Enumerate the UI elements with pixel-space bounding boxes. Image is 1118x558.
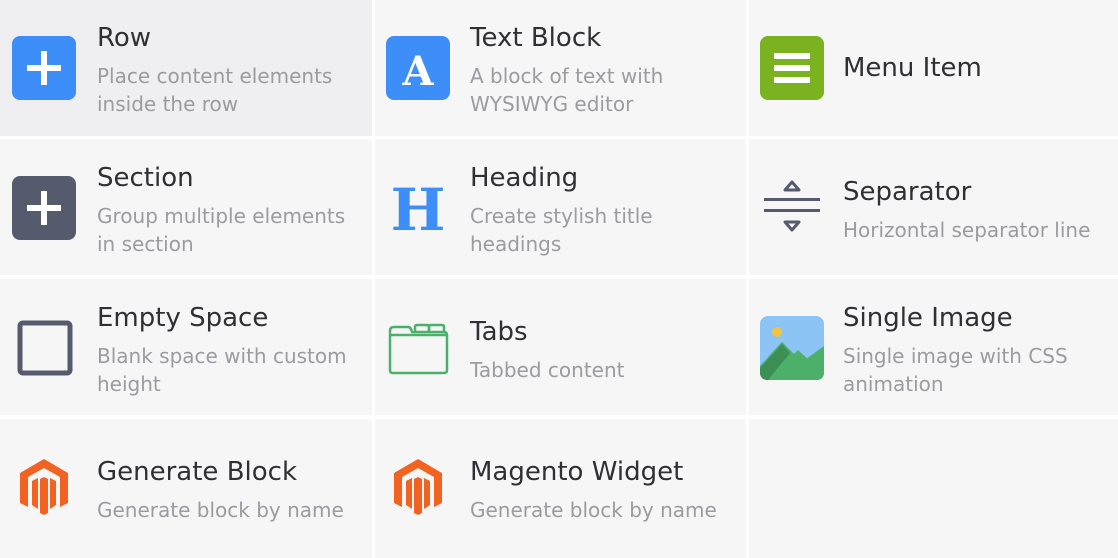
element-magento-widget[interactable]: Magento Widget Generate block by name <box>375 419 746 558</box>
letter-h-icon: H <box>386 176 450 240</box>
element-title: Text Block <box>470 23 602 53</box>
image-icon <box>760 316 824 380</box>
element-generate-block[interactable]: Generate Block Generate block by name <box>0 419 372 558</box>
element-description: Group multiple elements <box>97 204 346 228</box>
magento-icon <box>386 455 450 519</box>
svg-text:H: H <box>391 176 446 240</box>
element-description: Generate block by name <box>470 498 717 522</box>
element-separator[interactable]: Separator Horizontal separator line <box>749 139 1118 275</box>
element-single-image[interactable]: Single Image Single image with CSS anima… <box>749 279 1118 415</box>
element-description: A block of text with <box>470 64 664 88</box>
element-description: Blank space with custom <box>97 344 347 368</box>
element-description: inside the row <box>97 92 239 116</box>
empty-cell <box>749 419 1118 558</box>
element-title: Generate Block <box>97 457 298 487</box>
element-title: Heading <box>470 163 579 193</box>
element-description: in section <box>97 232 194 256</box>
magento-icon <box>12 455 76 519</box>
element-title: Separator <box>843 177 972 207</box>
element-title: Single Image <box>843 303 1013 333</box>
empty-square-icon <box>12 315 76 379</box>
element-description: height <box>97 372 161 396</box>
plus-square-icon <box>12 36 76 100</box>
element-empty-space[interactable]: Empty Space Blank space with custom heig… <box>0 279 372 415</box>
element-heading[interactable]: H Heading Create stylish title headings <box>375 139 746 275</box>
element-title: Magento Widget <box>470 457 684 487</box>
element-row[interactable]: Row Place content elements inside the ro… <box>0 0 372 136</box>
letter-a-icon: A <box>386 36 450 100</box>
element-menu-item[interactable]: Menu Item <box>749 0 1118 136</box>
element-description: Create stylish title <box>470 204 653 228</box>
element-title: Section <box>97 163 194 193</box>
separator-icon <box>760 176 824 240</box>
element-description: WYSIWYG editor <box>470 92 634 116</box>
element-description: Tabbed content <box>470 358 625 382</box>
element-tabs[interactable]: Tabs Tabbed content <box>375 279 746 415</box>
tabs-icon <box>386 315 450 379</box>
menu-lines-icon <box>760 36 824 100</box>
svg-text:A: A <box>401 48 434 95</box>
element-title: Row <box>97 23 152 53</box>
element-text-block[interactable]: A Text Block A block of text with WYSIWY… <box>375 0 746 136</box>
element-section[interactable]: Section Group multiple elements in secti… <box>0 139 372 275</box>
plus-square-icon <box>12 176 76 240</box>
element-title: Empty Space <box>97 303 269 333</box>
element-picker-grid: Row Place content elements inside the ro… <box>0 0 1118 558</box>
element-description: headings <box>470 232 562 256</box>
element-description: Horizontal separator line <box>843 218 1091 242</box>
element-description: Generate block by name <box>97 498 344 522</box>
element-title: Tabs <box>470 317 528 347</box>
element-description: Single image with CSS <box>843 344 1068 368</box>
element-title: Menu Item <box>843 53 982 83</box>
element-description: Place content elements <box>97 64 333 88</box>
element-description: animation <box>843 372 944 396</box>
